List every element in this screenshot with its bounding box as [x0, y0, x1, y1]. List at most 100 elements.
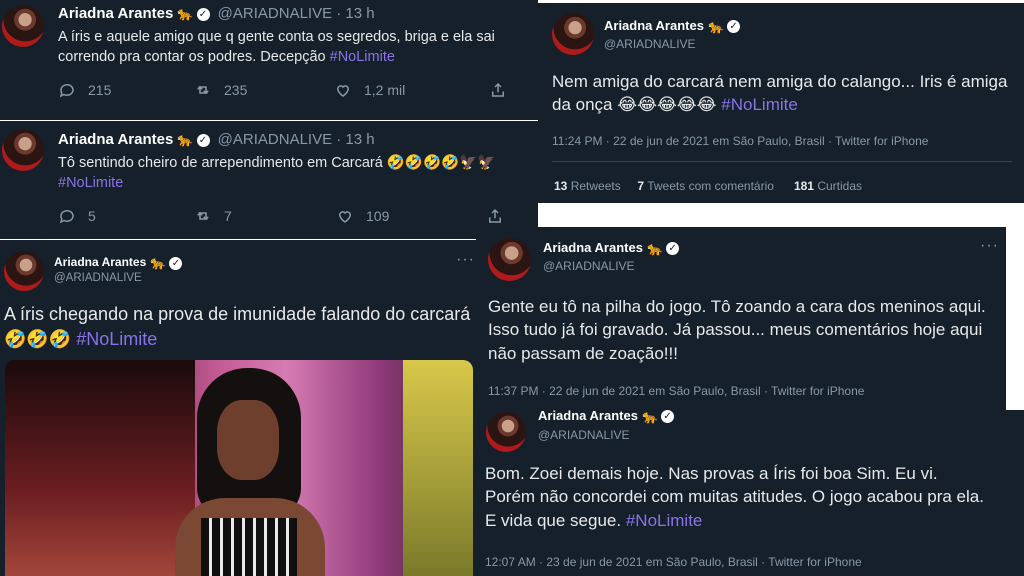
- author-handle[interactable]: @ARIADNALIVE: [604, 37, 696, 51]
- likes-stat[interactable]: 181 Curtidas: [794, 179, 862, 193]
- quote-tweets-label: Tweets com comentário: [647, 179, 774, 193]
- author-name[interactable]: Ariadna Arantes 🐆 ✓ @ARIADNALIVE · 13 h: [58, 131, 375, 148]
- share-icon: [489, 208, 501, 223]
- tweet-stats: 13 Retweets 7 Tweets com comentário 181 …: [554, 179, 862, 193]
- author-name[interactable]: Ariadna Arantes 🐆 ✓: [54, 255, 183, 271]
- author-name[interactable]: Ariadna Arantes 🐆 ✓: [538, 410, 675, 425]
- divider: [552, 161, 1012, 162]
- avatar[interactable]: [488, 238, 531, 281]
- avatar[interactable]: [486, 412, 526, 452]
- reply-button[interactable]: 215: [58, 81, 194, 99]
- author-name-text: Ariadna Arantes: [58, 5, 174, 22]
- more-options-icon[interactable]: ···: [456, 251, 475, 269]
- reply-count: 215: [88, 82, 112, 98]
- avatar[interactable]: [552, 13, 594, 55]
- verified-badge-icon: ✓: [196, 133, 210, 147]
- tweet-text: A íris chegando na prova de imunidade fa…: [4, 302, 474, 352]
- like-button[interactable]: 109: [336, 207, 486, 225]
- tweet-timestamp[interactable]: 12:07 AM · 23 de jun de 2021 em São Paul…: [485, 555, 862, 569]
- quote-tweets-stat[interactable]: 7 Tweets com comentário: [637, 179, 774, 193]
- tweet-card-6[interactable]: Ariadna Arantes 🐆 ✓ @ARIADNALIVE Bom. Zoei…: [476, 410, 1024, 576]
- tweet-body: A íris e aquele amigo que q gente conta …: [58, 29, 495, 65]
- share-button[interactable]: [489, 81, 507, 99]
- verified-badge-icon: ✓: [666, 242, 680, 256]
- author-name-text: Ariadna Arantes: [543, 240, 643, 255]
- reply-button[interactable]: 5: [58, 207, 194, 225]
- tweet-text: A íris e aquele amigo que q gente conta …: [58, 27, 528, 67]
- cat-emoji-icon: 🐆: [177, 6, 194, 22]
- share-button[interactable]: [486, 207, 504, 225]
- author-handle[interactable]: @ARIADNALIVE · 13 h: [218, 5, 375, 22]
- person-top: [201, 518, 297, 576]
- hashtag-link[interactable]: #NoLimite: [721, 95, 798, 114]
- tweet-card-5[interactable]: Ariadna Arantes 🐆 ✓ @ARIADNALIVE ··· Gente…: [476, 227, 1006, 410]
- like-button[interactable]: 1,2 mil: [334, 81, 489, 99]
- reply-count: 5: [88, 208, 96, 224]
- reply-icon: [59, 83, 74, 98]
- author-name[interactable]: Ariadna Arantes 🐆 ✓: [543, 240, 680, 257]
- author-handle[interactable]: @ARIADNALIVE · 13 h: [218, 131, 375, 148]
- like-count: 1,2 mil: [364, 82, 406, 98]
- retweet-button[interactable]: 235: [194, 81, 334, 99]
- person-face: [217, 400, 279, 480]
- tweet-text: Tô sentindo cheiro de arrependimento em …: [58, 153, 536, 193]
- tweet-card-4[interactable]: Ariadna Arantes 🐆 ✓ @ARIADNALIVE ··· A íri…: [0, 240, 484, 576]
- tweet-actions: 5 7 109: [58, 207, 504, 225]
- cat-emoji-icon: 🐆: [177, 132, 194, 148]
- cat-emoji-icon: 🐆: [641, 410, 659, 424]
- author-name-text: Ariadna Arantes: [54, 255, 147, 270]
- retweet-count: 235: [224, 82, 248, 98]
- avatar[interactable]: [2, 129, 44, 171]
- retweet-button[interactable]: 7: [194, 207, 336, 225]
- tweet-text: Nem amiga do carcará nem amiga do calang…: [552, 70, 1018, 117]
- heart-icon: [338, 211, 352, 223]
- reply-icon: [59, 209, 74, 224]
- author-handle[interactable]: @ARIADNALIVE: [54, 272, 142, 284]
- likes-count: 181: [793, 179, 814, 193]
- verified-badge-icon: ✓: [196, 7, 210, 21]
- likes-label: Curtidas: [817, 179, 863, 193]
- verified-badge-icon: ✓: [661, 410, 675, 424]
- retweets-label: Retweets: [570, 179, 621, 193]
- retweets-count: 13: [554, 179, 568, 193]
- tweet-text: Gente eu tô na pilha do jogo. Tô zoando …: [488, 295, 988, 365]
- author-name-text: Ariadna Arantes: [58, 131, 174, 148]
- quote-tweets-count: 7: [637, 179, 645, 193]
- tweet-body: Gente eu tô na pilha do jogo. Tô zoando …: [488, 297, 986, 363]
- more-options-icon[interactable]: ···: [980, 237, 999, 255]
- avatar[interactable]: [2, 5, 44, 47]
- hashtag-link[interactable]: #NoLimite: [330, 49, 395, 65]
- tweet-card-3[interactable]: Ariadna Arantes 🐆 ✓ @ARIADNALIVE Nem amiga…: [538, 3, 1024, 203]
- hashtag-link[interactable]: #NoLimite: [626, 511, 703, 530]
- video-yellow-panel: [403, 360, 473, 576]
- author-name[interactable]: Ariadna Arantes 🐆 ✓: [604, 18, 741, 35]
- cat-emoji-icon: 🐆: [707, 18, 725, 34]
- author-handle[interactable]: @ARIADNALIVE: [538, 428, 630, 442]
- heart-icon: [336, 85, 350, 97]
- tweet-actions: 215 235 1,2 mil: [58, 81, 507, 99]
- like-count: 109: [366, 208, 390, 224]
- hashtag-link[interactable]: #NoLimite: [76, 329, 157, 349]
- verified-badge-icon: ✓: [169, 256, 183, 270]
- author-name-text: Ariadna Arantes: [538, 410, 638, 423]
- author-handle[interactable]: @ARIADNALIVE: [543, 259, 635, 273]
- verified-badge-icon: ✓: [727, 20, 741, 34]
- tweet-text: Bom. Zoei demais hoje. Nas provas a Íris…: [485, 462, 985, 532]
- tweet-card-2[interactable]: Ariadna Arantes 🐆 ✓ @ARIADNALIVE · 13 h Tô…: [0, 121, 538, 239]
- tweet-timestamp[interactable]: 11:37 PM · 22 de jun de 2021 em São Paul…: [488, 384, 864, 398]
- tweet-video[interactable]: [5, 360, 473, 576]
- tweet-body: A íris chegando na prova de imunidade fa…: [4, 304, 471, 349]
- tweet-body: Bom. Zoei demais hoje. Nas provas a Íris…: [485, 464, 984, 530]
- tweet-timestamp[interactable]: 11:24 PM · 22 de jun de 2021 em São Paul…: [552, 134, 928, 148]
- author-name-text: Ariadna Arantes: [604, 18, 704, 33]
- retweets-stat[interactable]: 13 Retweets: [554, 179, 621, 193]
- hashtag-link[interactable]: #NoLimite: [58, 175, 123, 191]
- retweet-icon: [197, 85, 209, 95]
- cat-emoji-icon: 🐆: [150, 255, 167, 270]
- retweet-count: 7: [224, 208, 232, 224]
- author-name[interactable]: Ariadna Arantes 🐆 ✓ @ARIADNALIVE · 13 h: [58, 5, 375, 22]
- avatar[interactable]: [4, 251, 44, 291]
- share-icon: [492, 82, 504, 97]
- tweet-body: Tô sentindo cheiro de arrependimento em …: [58, 155, 496, 171]
- tweet-card-1[interactable]: Ariadna Arantes 🐆 ✓ @ARIADNALIVE · 13 h A …: [0, 0, 538, 120]
